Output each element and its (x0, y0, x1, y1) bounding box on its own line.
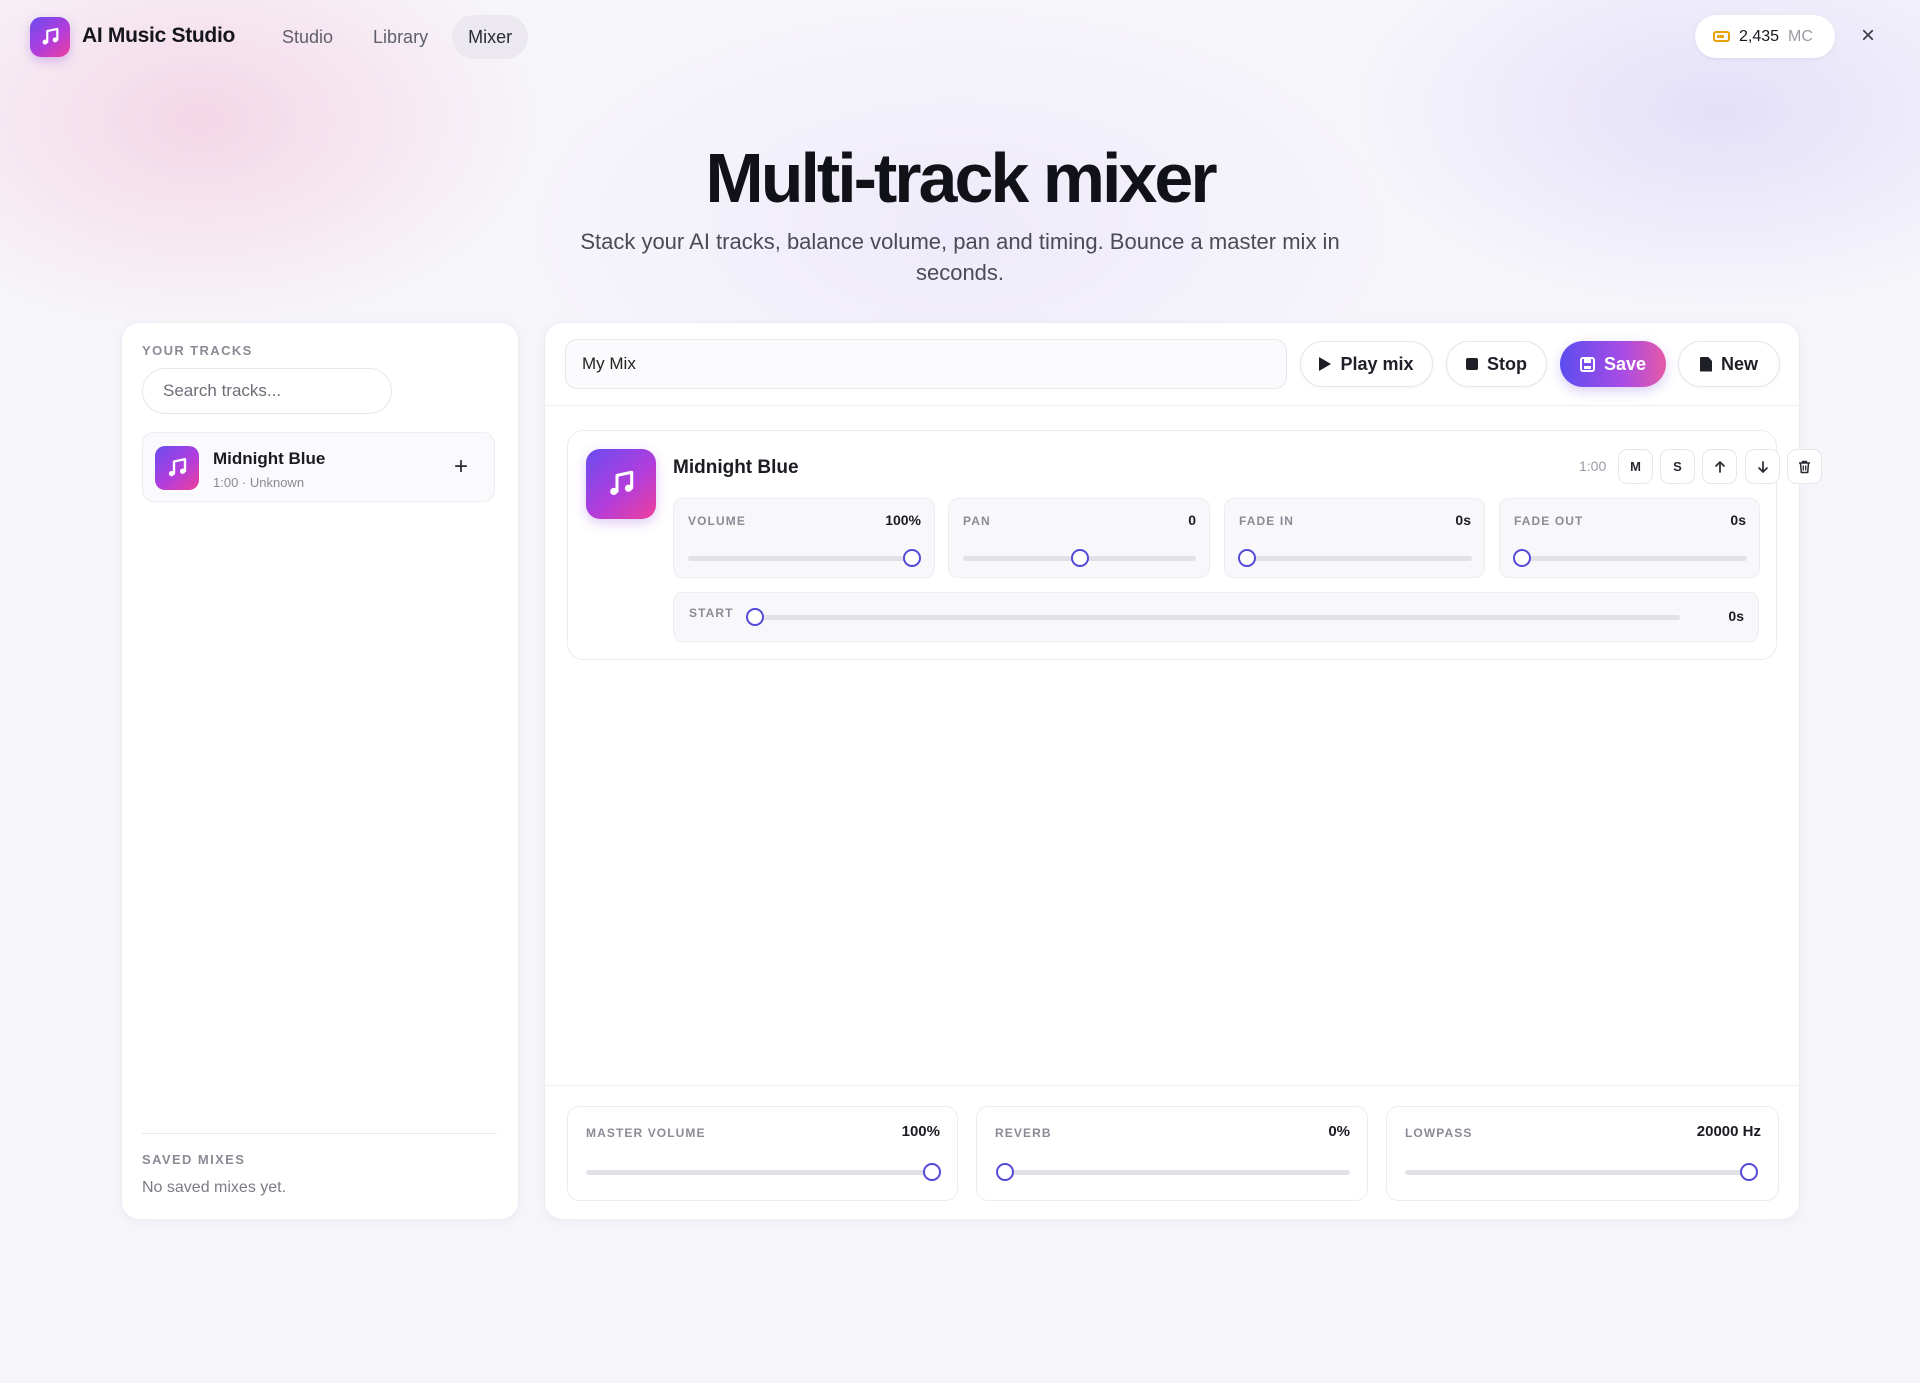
music-note-icon (168, 458, 187, 477)
lowpass-value: 20000 Hz (1696, 1123, 1761, 1140)
save-label: Save (1603, 353, 1647, 374)
reverb-control: REVERB 0% (976, 1106, 1368, 1201)
reverb-slider-handle[interactable] (996, 1163, 1014, 1181)
pan-label: PAN (963, 514, 991, 528)
master-volume-value: 100% (901, 1123, 940, 1140)
fade-in-slider-handle[interactable] (1238, 549, 1256, 567)
reverb-label: REVERB (995, 1126, 1052, 1140)
master-divider (545, 1085, 1799, 1086)
music-note-icon (42, 27, 59, 45)
fade-in-label: FADE IN (1239, 514, 1295, 528)
stop-icon (1466, 358, 1478, 370)
fade-in-slider[interactable] (1238, 549, 1472, 567)
pan-slider[interactable] (963, 549, 1196, 567)
reverb-value: 0% (1328, 1123, 1350, 1140)
app-name: AI Music Studio (82, 24, 236, 47)
play-mix-label: Play mix (1340, 353, 1414, 374)
start-slider[interactable] (746, 608, 1680, 626)
library-track-item[interactable]: Midnight Blue 1:00 · Unknown + (142, 432, 495, 502)
tab-library[interactable]: Library (357, 15, 444, 59)
floppy-disk-icon (1579, 356, 1595, 372)
add-track-button[interactable]: + (446, 452, 476, 482)
fade-in-control: FADE IN 0s (1224, 498, 1485, 578)
lowpass-control: LOWPASS 20000 Hz (1386, 1106, 1779, 1201)
track-duration: 1:00 (1579, 458, 1607, 474)
pan-value: 0 (1188, 512, 1196, 528)
tracks-sidebar: YOUR TRACKS Midnight Blue 1:00 · Unknown… (121, 322, 519, 1220)
play-mix-button[interactable]: Play mix (1300, 341, 1433, 387)
tab-studio[interactable]: Studio (266, 15, 349, 59)
track-title: Midnight Blue (673, 457, 799, 478)
master-volume-slider-handle[interactable] (923, 1163, 941, 1181)
credits-unit: MC (1788, 27, 1813, 45)
arrow-down-icon (1757, 460, 1768, 473)
lowpass-slider[interactable] (1405, 1163, 1758, 1181)
pan-slider-handle[interactable] (1070, 549, 1089, 567)
move-up-button[interactable] (1702, 449, 1737, 484)
library-track-meta: 1:00 · Unknown (213, 475, 305, 490)
start-offset-control: START 0s (673, 592, 1759, 642)
credits-badge[interactable]: 2,435 MC (1695, 15, 1835, 58)
mixer-track-card: Midnight Blue 1:00 M S VOLUME 100% PAN 0 (567, 430, 1822, 660)
saved-mixes-heading: SAVED MIXES (142, 1152, 246, 1167)
save-button[interactable]: Save (1560, 341, 1666, 387)
mute-button[interactable]: M (1618, 449, 1653, 484)
volume-slider-handle[interactable] (903, 549, 921, 567)
fade-out-slider[interactable] (1513, 549, 1747, 567)
play-icon (1319, 357, 1332, 371)
sidebar-divider (142, 1133, 497, 1134)
lowpass-slider-handle[interactable] (1740, 1163, 1758, 1181)
solo-button[interactable]: S (1660, 449, 1695, 484)
new-label: New (1720, 353, 1758, 374)
stop-button[interactable]: Stop (1446, 341, 1547, 387)
tab-mixer[interactable]: Mixer (452, 15, 529, 59)
page-subtitle: Stack your AI tracks, balance volume, pa… (580, 229, 1340, 285)
start-value: 0s (1728, 608, 1744, 624)
saved-mixes-empty: No saved mixes yet. (142, 1179, 287, 1196)
fade-in-value: 0s (1455, 512, 1471, 528)
track-artwork (586, 449, 656, 519)
credits-amount: 2,435 (1739, 27, 1780, 45)
fade-out-value: 0s (1730, 512, 1746, 528)
start-slider-handle[interactable] (746, 608, 764, 626)
start-label: START (689, 606, 734, 620)
page-title: Multi-track mixer (705, 139, 1217, 217)
volume-label: VOLUME (688, 514, 746, 528)
app-logo[interactable] (30, 17, 70, 57)
search-tracks-input[interactable] (142, 368, 392, 414)
master-volume-slider[interactable] (586, 1163, 941, 1181)
close-icon[interactable]: × (1854, 22, 1882, 50)
volume-slider[interactable] (688, 549, 921, 567)
mixer-panel: Play mix Stop Save New Midnight Blue 1:0… (544, 322, 1822, 1220)
document-icon (1699, 356, 1712, 372)
library-track-title: Midnight Blue (213, 449, 326, 468)
stop-label: Stop (1487, 353, 1527, 374)
arrow-up-icon (1714, 460, 1725, 473)
fade-out-control: FADE OUT 0s (1499, 498, 1760, 578)
move-down-button[interactable] (1745, 449, 1780, 484)
volume-value: 100% (885, 512, 921, 528)
your-tracks-heading: YOUR TRACKS (142, 343, 253, 358)
volume-control: VOLUME 100% (673, 498, 935, 578)
music-note-icon (610, 470, 634, 496)
top-bar: AI Music Studio Studio Library Mixer 2,4… (0, 0, 1920, 75)
track-artwork (155, 446, 199, 490)
pan-control: PAN 0 (948, 498, 1210, 578)
master-volume-control: MASTER VOLUME 100% (567, 1106, 958, 1201)
toolbar-divider (545, 405, 1799, 406)
mix-name-input[interactable] (565, 339, 1287, 389)
trash-icon (1799, 460, 1810, 473)
main-nav: Studio Library Mixer (266, 15, 529, 59)
fade-out-slider-handle[interactable] (1513, 549, 1531, 567)
fade-out-label: FADE OUT (1514, 514, 1584, 528)
master-volume-label: MASTER VOLUME (586, 1126, 706, 1140)
lowpass-label: LOWPASS (1405, 1126, 1473, 1140)
coin-icon (1713, 31, 1730, 42)
reverb-slider[interactable] (996, 1163, 1350, 1181)
delete-track-button[interactable] (1787, 449, 1822, 484)
new-mix-button[interactable]: New (1678, 341, 1780, 387)
